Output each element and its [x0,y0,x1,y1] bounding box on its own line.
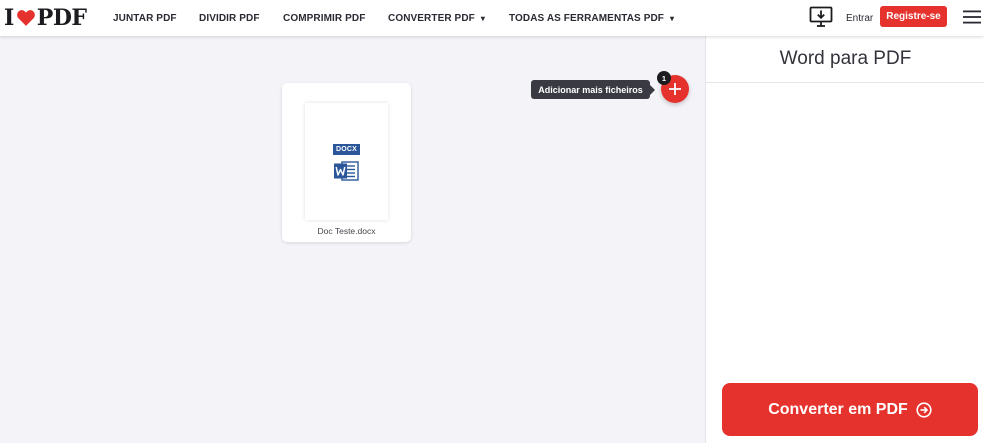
nav-merge-pdf[interactable]: JUNTAR PDF [113,0,177,36]
hamburger-icon[interactable] [963,10,981,24]
convert-to-pdf-button[interactable]: Converter em PDF [722,383,978,436]
heart-icon [16,10,35,26]
convert-button-label: Converter em PDF [768,400,908,418]
file-count-badge: 1 [657,71,671,85]
nav-label: COMPRIMIR PDF [283,12,366,24]
logo-letter-i: I [4,5,14,31]
tool-sidebar: Word para PDF Converter em PDF [705,36,984,443]
register-button[interactable]: Registre-se [880,6,947,27]
plus-icon [669,83,681,95]
sidebar-title: Word para PDF [706,36,984,83]
file-workspace: DOCX Doc Teste.docx Adicionar mais fiche… [0,36,705,443]
nav-all-tools-dropdown[interactable]: TODAS AS FERRAMENTAS PDF ▾ [509,0,674,36]
desktop-download-icon[interactable] [809,6,833,28]
top-header: I PDF JUNTAR PDF DIVIDIR PDF COMPRIMIR P… [0,0,984,36]
ilovepdf-logo[interactable]: I PDF [4,5,87,31]
file-card[interactable]: DOCX Doc Teste.docx [282,83,411,242]
nav-label: JUNTAR PDF [113,12,177,24]
file-thumbnail: DOCX [305,103,388,220]
file-name: Doc Teste.docx [317,226,376,236]
nav-compress-pdf[interactable]: COMPRIMIR PDF [283,0,365,36]
nav-split-pdf[interactable]: DIVIDIR PDF [199,0,260,36]
caret-down-icon: ▾ [480,13,485,23]
arrow-right-circle-icon [916,401,932,418]
word-file-icon [334,161,359,181]
nav-label: CONVERTER PDF [388,12,475,24]
nav-label: DIVIDIR PDF [199,12,260,24]
login-link[interactable]: Entrar [846,0,873,36]
add-files-tooltip: Adicionar mais ficheiros [531,80,655,99]
nav-label: TODAS AS FERRAMENTAS PDF [509,12,664,24]
file-type-label: DOCX [333,144,360,155]
logo-text-pdf: PDF [36,5,87,31]
nav-convert-pdf-dropdown[interactable]: CONVERTER PDF ▾ [388,0,485,36]
caret-down-icon: ▾ [670,13,675,23]
